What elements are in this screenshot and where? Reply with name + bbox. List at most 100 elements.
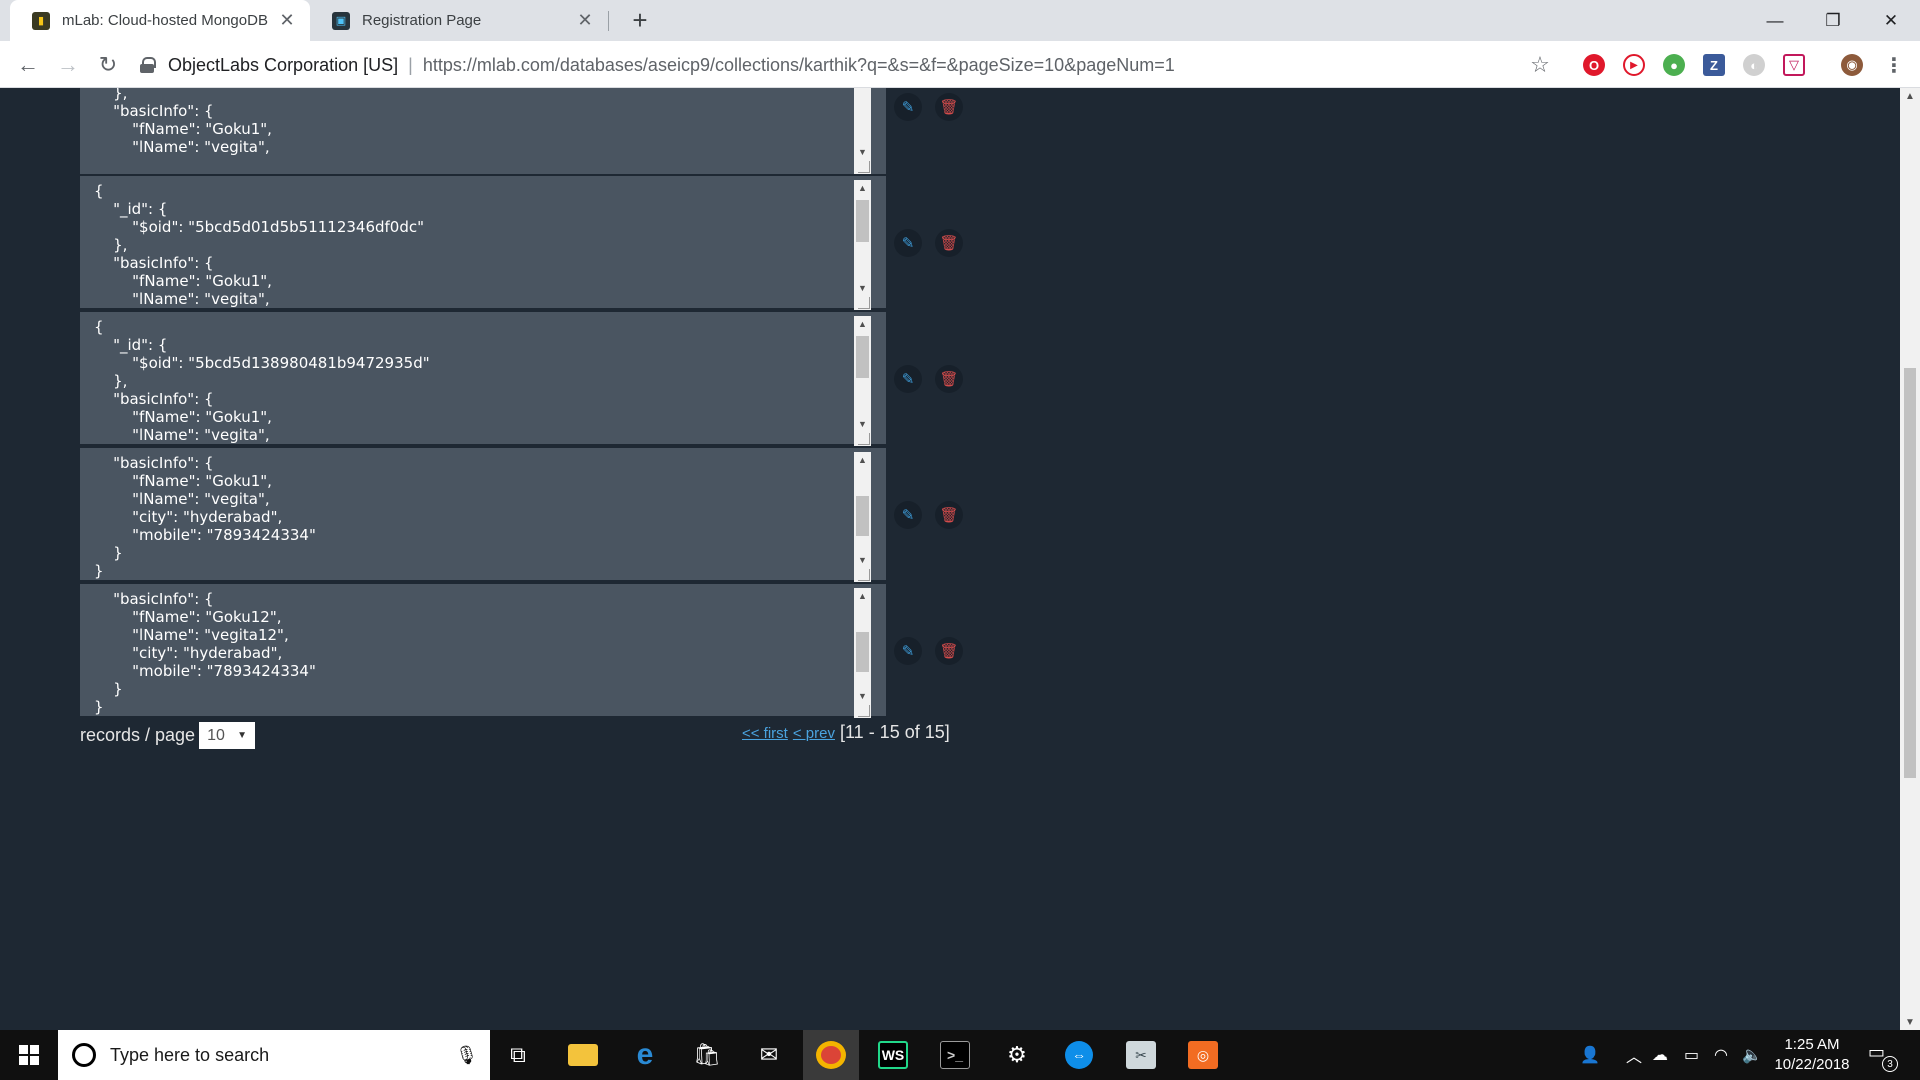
resize-handle[interactable] [858,433,870,445]
close-tab-icon[interactable]: ✕ [278,10,296,31]
document-json: "$oid": "5bcd5bfc404bfc074c1f1b23" }, "b… [113,88,272,156]
scroll-down-arrow[interactable]: ▼ [854,144,871,160]
trash-icon[interactable]: 🗑 [935,501,963,529]
wifi-icon[interactable]: ◠ [1714,1030,1728,1080]
terminal-icon[interactable]: >_ [927,1030,983,1080]
scroll-up-arrow[interactable]: ▲ [854,180,871,196]
edit-icon[interactable]: ✎ [894,93,922,121]
trash-icon[interactable]: 🗑 [935,93,963,121]
resize-handle[interactable] [858,569,870,581]
trash-icon[interactable]: 🗑 [935,365,963,393]
tab-divider [608,11,609,31]
scroll-thumb[interactable] [856,200,869,242]
back-button[interactable]: ← [12,49,44,81]
scroll-thumb[interactable] [856,632,869,672]
tab-mlab[interactable]: ▮ mLab: Cloud-hosted MongoDB ✕ [10,0,310,41]
windows-icon [19,1045,39,1065]
document-record[interactable]: "basicInfo": { "fName": "Goku12", "lName… [80,584,886,718]
pagination: << first < prev [11 - 15 of 15] [742,722,950,743]
settings-icon[interactable]: ⚙ [989,1030,1045,1080]
scroll-thumb[interactable] [856,336,869,378]
tab-title: Registration Page [362,12,482,29]
scroll-thumb[interactable] [1904,368,1916,778]
start-button[interactable] [0,1030,58,1080]
forward-button[interactable]: → [52,49,84,81]
clock-time: 1:25 AM [1784,1036,1840,1053]
page-scrollbar[interactable]: ▲ ▼ [1900,88,1920,1030]
zotero-icon[interactable]: Z [1703,54,1725,76]
notification-count: 3 [1882,1056,1898,1072]
webstorm-icon[interactable]: WS [865,1030,921,1080]
resize-handle[interactable] [858,297,870,309]
edit-icon[interactable]: ✎ [894,229,922,257]
document-json: "basicInfo": { "fName": "Goku1", "lName"… [94,454,316,580]
document-record[interactable]: { "_id": { "$oid": "5bcd5d01d5b51112346d… [80,176,886,310]
minimize-button[interactable]: — [1746,0,1804,41]
page-size-select[interactable]: 10 ▼ [199,722,256,749]
youtube-play-icon[interactable]: ▶ [1623,54,1645,76]
mail-icon[interactable]: ✉ [741,1030,797,1080]
chrome-logo-icon [816,1041,846,1069]
close-tab-icon[interactable]: ✕ [576,10,594,31]
address-bar[interactable]: ObjectLabs Corporation [US] | https://ml… [140,47,1558,83]
resize-handle[interactable] [858,705,870,717]
extension-icon[interactable]: ◐ [1743,54,1765,76]
system-clock[interactable]: 1:25 AM 10/22/2018 [1762,1035,1862,1075]
scroll-down-arrow[interactable]: ▼ [854,280,871,296]
scroll-up-arrow[interactable]: ▲ [854,316,871,332]
document-scrollbar[interactable]: ▲ ▼ [854,588,871,718]
scroll-down-arrow[interactable]: ▼ [854,552,871,568]
reload-button[interactable]: ↻ [92,49,124,81]
document-scrollbar[interactable]: ▲ ▼ [854,180,871,310]
bookmark-star-icon[interactable]: ☆ [1524,49,1556,81]
tab-registration[interactable]: ▣ Registration Page ✕ [310,0,608,41]
resize-handle[interactable] [858,161,870,173]
pocket-icon[interactable]: ▽ [1783,54,1805,76]
clock-date: 10/22/2018 [1774,1056,1850,1073]
scroll-down-arrow[interactable]: ▼ [854,688,871,704]
chevron-up-icon[interactable]: ︿ [1626,1030,1642,1080]
onedrive-icon[interactable]: ☁ [1652,1030,1668,1080]
edit-icon[interactable]: ✎ [894,501,922,529]
document-scrollbar[interactable]: ▼ [854,88,871,174]
document-scrollbar[interactable]: ▲ ▼ [854,316,871,446]
edit-icon[interactable]: ✎ [894,365,922,393]
menu-icon[interactable]: ⋮ [1883,54,1905,77]
close-window-button[interactable]: ✕ [1862,0,1920,41]
avatar[interactable]: ◉ [1841,54,1863,76]
people-icon[interactable]: 👤 [1580,1030,1600,1080]
volume-icon[interactable]: 🔈 [1742,1030,1762,1080]
scroll-up-arrow[interactable]: ▲ [1900,88,1920,104]
document-record[interactable]: "$oid": "5bcd5bfc404bfc074c1f1b23" }, "b… [80,88,886,176]
scroll-thumb[interactable] [856,496,869,536]
app-icon[interactable]: ✂ [1113,1030,1169,1080]
scroll-up-arrow[interactable]: ▲ [854,452,871,468]
trash-icon[interactable]: 🗑 [935,229,963,257]
document-scrollbar[interactable]: ▲ ▼ [854,452,871,582]
microphone-icon[interactable]: 🎙 [455,1045,478,1066]
file-explorer-icon[interactable] [555,1030,611,1080]
task-view-icon[interactable]: ⧉ [490,1030,546,1080]
taskbar-search[interactable]: Type here to search 🎙 [58,1030,490,1080]
prev-page-link[interactable]: < prev [793,725,835,742]
chrome-icon[interactable] [803,1030,859,1080]
trash-icon[interactable]: 🗑 [935,637,963,665]
scroll-up-arrow[interactable]: ▲ [854,588,871,604]
battery-icon[interactable]: ▭ [1684,1030,1699,1080]
app-icon[interactable]: ◎ [1175,1030,1231,1080]
action-center-icon[interactable]: ▭ 3 [1868,1042,1898,1072]
teamviewer-icon[interactable]: ⇔ [1051,1030,1107,1080]
edit-icon[interactable]: ✎ [894,637,922,665]
maximize-button[interactable]: ❐ [1804,0,1862,41]
store-icon[interactable]: 🛍 [679,1030,735,1080]
opera-icon[interactable]: O [1583,54,1605,76]
extension-icon[interactable]: ● [1663,54,1685,76]
scroll-down-arrow[interactable]: ▼ [854,416,871,432]
scroll-down-arrow[interactable]: ▼ [1900,1014,1920,1030]
edge-icon[interactable]: e [617,1030,673,1080]
new-tab-button[interactable]: + [624,4,656,36]
document-record[interactable]: { "_id": { "$oid": "5bcd5d138980481b9472… [80,312,886,446]
snipping-icon: ✂ [1126,1041,1156,1069]
first-page-link[interactable]: << first [742,725,788,742]
document-record[interactable]: "basicInfo": { "fName": "Goku1", "lName"… [80,448,886,582]
